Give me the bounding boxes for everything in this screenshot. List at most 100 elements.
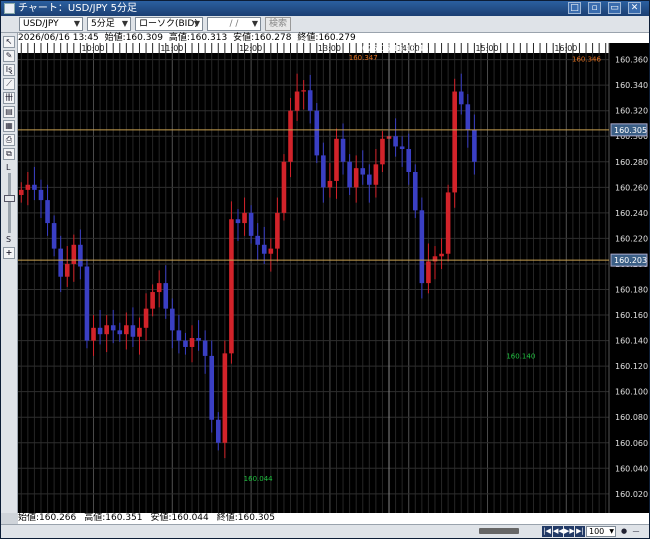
- timeframe-value: 5分足: [91, 19, 115, 29]
- date-input[interactable]: / / ▼: [207, 17, 261, 31]
- x-tick-label: 13:00: [318, 44, 341, 53]
- window-title: チャート：USD/JPY 5分足: [18, 3, 138, 14]
- cursor-tool-icon[interactable]: ↖: [3, 36, 15, 48]
- maximize-icon[interactable]: ▭: [608, 2, 621, 14]
- candle-body: [235, 219, 241, 224]
- title-bar: チャート：USD/JPY 5分足 □ ▫ ▭ ✕: [1, 1, 649, 16]
- candle-body: [117, 330, 123, 335]
- symbol-value: USD/JPY: [23, 19, 59, 29]
- candle-body: [64, 263, 70, 277]
- x-tick-label: 12:00: [239, 44, 262, 53]
- candle-body: [340, 138, 346, 162]
- trendline-tool-icon[interactable]: ⟋: [3, 78, 15, 90]
- toolbar: USD/JPY ▼ 5分足 ▼ ローソク(BID) ▼ / / ▼ 検索: [1, 16, 649, 33]
- candle-body: [327, 180, 333, 188]
- chart-area[interactable]: 160.020 160.040 160.060 160.080 160.100 160.1…: [18, 43, 649, 513]
- y-tick-label: 160.240: [615, 209, 648, 218]
- candle-body: [38, 189, 44, 201]
- y-tick-label: 160.020: [615, 490, 648, 499]
- candle-body: [334, 138, 339, 181]
- candle-body: [51, 223, 57, 249]
- candle-body: [130, 325, 136, 337]
- forward-icon[interactable]: ▶▶: [564, 526, 575, 537]
- candle-body: [301, 90, 306, 92]
- candle-body: [439, 253, 444, 257]
- y-tick-label: 160.040: [615, 464, 648, 473]
- chevron-down-icon: ▼: [121, 19, 128, 28]
- candle-body: [78, 244, 83, 267]
- candle-body: [137, 327, 142, 337]
- y-tick-label: 160.060: [615, 439, 648, 448]
- zoom-out-icon[interactable]: —: [631, 526, 641, 537]
- candle-body: [465, 104, 471, 130]
- symbol-select[interactable]: USD/JPY ▼: [19, 17, 83, 31]
- candle-body: [91, 327, 96, 341]
- candle-body: [196, 338, 201, 341]
- candle-body: [248, 212, 254, 236]
- candle-body: [215, 419, 221, 443]
- extreme-annotation: 160.044: [244, 475, 273, 483]
- candle-body: [150, 292, 155, 309]
- candle-body: [353, 168, 359, 188]
- extreme-annotation: 160.347: [349, 54, 378, 62]
- candle-body: [294, 91, 300, 111]
- minimize-icon[interactable]: ▫: [588, 2, 601, 14]
- candle-body: [281, 161, 287, 213]
- app-icon: [4, 3, 15, 14]
- pen-tool-icon[interactable]: ✎: [3, 50, 15, 62]
- candle-body: [124, 325, 129, 335]
- candle-body: [110, 325, 116, 331]
- zoom-slider-handle[interactable]: [4, 195, 15, 202]
- candlestick-chart[interactable]: 160.020 160.040 160.060 160.080 160.100 160.1…: [18, 43, 649, 513]
- drawing-toolbar: ↖ ✎ Iȿ ⟋ 卌 ▤ ▦ ⎙ ⧉ L S +: [1, 33, 18, 513]
- scrollbar-thumb[interactable]: [479, 528, 519, 534]
- settings-icon[interactable]: ●: [619, 526, 629, 537]
- restore-icon[interactable]: □: [568, 2, 581, 14]
- candle-body: [25, 184, 31, 190]
- y-tick-label: 160.340: [615, 81, 648, 90]
- candle-body: [399, 146, 405, 150]
- rewind-icon[interactable]: ◀◀: [553, 526, 564, 537]
- table-tool-icon[interactable]: ▦: [3, 120, 15, 132]
- candle-body: [419, 210, 425, 284]
- candle-body: [45, 200, 50, 224]
- chevron-down-icon: ▼: [609, 528, 614, 535]
- chart-type-select[interactable]: ローソク(BID) ▼: [135, 17, 203, 31]
- last-page-icon[interactable]: ▶|: [575, 526, 585, 537]
- chart-type-value: ローソク(BID): [139, 19, 198, 29]
- y-tick-label: 160.080: [615, 413, 648, 422]
- y-tick-label: 160.160: [615, 311, 648, 320]
- zoom-select[interactable]: 100 ▼: [586, 526, 616, 537]
- candle-body: [406, 149, 412, 172]
- print-tool-icon[interactable]: ⎙: [3, 134, 15, 146]
- copy-tool-icon[interactable]: ⧉: [3, 148, 15, 160]
- candle-body: [314, 110, 320, 156]
- candle-body: [275, 212, 280, 249]
- summary-close: 終値:160.305: [216, 513, 275, 523]
- candle-body: [143, 308, 149, 328]
- first-page-icon[interactable]: |◀: [542, 526, 552, 537]
- add-icon[interactable]: +: [3, 247, 15, 259]
- timeframe-select[interactable]: 5分足 ▼: [87, 17, 131, 31]
- search-button[interactable]: 検索: [265, 17, 291, 31]
- candle-body: [432, 256, 438, 262]
- x-tick-label: 11:00: [160, 44, 183, 53]
- fibonacci-tool-icon[interactable]: 卌: [3, 92, 15, 104]
- x-tick-label: 10:00: [82, 44, 105, 53]
- indicator-tool-icon[interactable]: ▤: [3, 106, 15, 118]
- candle-body: [412, 171, 418, 211]
- status-bar: |◀ ◀◀ ▶▶ ▶| 100 ▼ ● —: [1, 524, 649, 538]
- zoom-slider-track[interactable]: [8, 173, 11, 233]
- candle-body: [288, 110, 293, 162]
- x-tick-label: 15:00: [476, 44, 499, 53]
- candle-body: [380, 138, 385, 165]
- candle-body: [367, 174, 372, 185]
- slider-label-s: S: [6, 235, 12, 244]
- candle-body: [84, 266, 90, 341]
- ohlc-info-bar: 2026/06/16 13:45 始値:160.309 高値:160.313 安値:1…: [18, 33, 649, 43]
- y-tick-label: 160.220: [615, 234, 648, 243]
- y-tick-label: 160.280: [615, 158, 648, 167]
- close-icon[interactable]: ✕: [628, 2, 641, 14]
- text-tool-icon[interactable]: Iȿ: [3, 64, 15, 76]
- candle-body: [18, 189, 24, 195]
